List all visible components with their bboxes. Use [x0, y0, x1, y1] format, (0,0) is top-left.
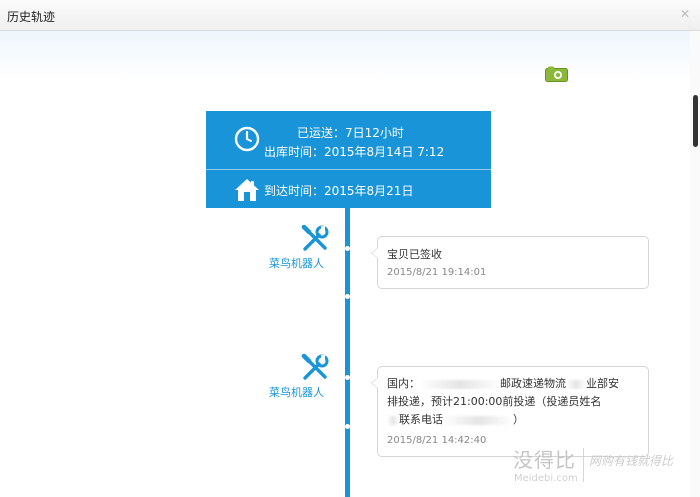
clock-icon: [234, 126, 260, 152]
outbound-time: 出库时间：2015年8月14日 7:12: [264, 145, 445, 159]
watermark-brand: 没得比: [513, 448, 576, 472]
timeline-dot: [345, 294, 350, 299]
camera-icon[interactable]: [545, 66, 568, 82]
message-text: 联系电话: [399, 413, 443, 426]
window-title: 历史轨迹: [7, 10, 56, 24]
timeline-dot: [345, 246, 350, 251]
timeline-dot: [345, 424, 350, 429]
house-icon: [235, 179, 259, 201]
actor-name: 菜鸟机器人: [269, 257, 324, 270]
event-message: 宝贝已签收: [387, 248, 442, 261]
watermark-domain: Meidebi.com: [514, 473, 578, 484]
watermark: 没得比 Meidebi.com 网购有钱就得比: [513, 444, 693, 494]
tools-icon: [301, 354, 329, 380]
event-time: 2015/8/21 14:42:40: [387, 435, 487, 446]
event-message: 国内： 邮政速递物流 业部安 排投递，预计21:00:00前投递（投递员姓名 联系电…: [387, 375, 619, 429]
scrollbar-thumb[interactable]: [693, 95, 698, 147]
shipping-summary-card: 已运送：7日12小时 出库时间：2015年8月14日 7:12 到达时间：201…: [206, 111, 491, 208]
timeline-dot: [345, 375, 350, 380]
watermark-separator: [583, 448, 584, 482]
watermark-slogan: 网购有钱就得比: [589, 454, 674, 468]
tools-icon: [301, 225, 329, 251]
redacted-text: [566, 379, 586, 389]
card-divider: [206, 169, 491, 170]
history-track-window: 历史轨迹 ✕ 已运送：7日12小时 出库时间：2015年8月14日 7:12 到…: [0, 0, 700, 497]
redacted-text: [387, 415, 399, 425]
event-time: 2015/8/21 19:14:01: [387, 267, 487, 278]
message-text: 排投递，预计21:00:00前投递（投递员姓名: [387, 395, 602, 408]
close-icon[interactable]: ✕: [678, 7, 692, 21]
message-text: 国内：: [387, 377, 420, 390]
message-text: 邮政速递物流: [500, 377, 566, 390]
title-bar: 历史轨迹 ✕: [0, 0, 700, 31]
message-text: 业部安: [586, 377, 619, 390]
arrival-time: 到达时间：2015年8月21日: [264, 184, 414, 198]
actor-name: 菜鸟机器人: [269, 386, 324, 399]
redacted-text: [420, 379, 500, 389]
message-text: ）: [513, 413, 524, 426]
header-band: [0, 31, 690, 81]
shipped-duration: 已运送：7日12小时: [297, 126, 404, 140]
timeline-line: [345, 208, 350, 497]
event-bubble: 宝贝已签收 2015/8/21 19:14:01: [371, 236, 649, 289]
redacted-text: [443, 415, 513, 425]
